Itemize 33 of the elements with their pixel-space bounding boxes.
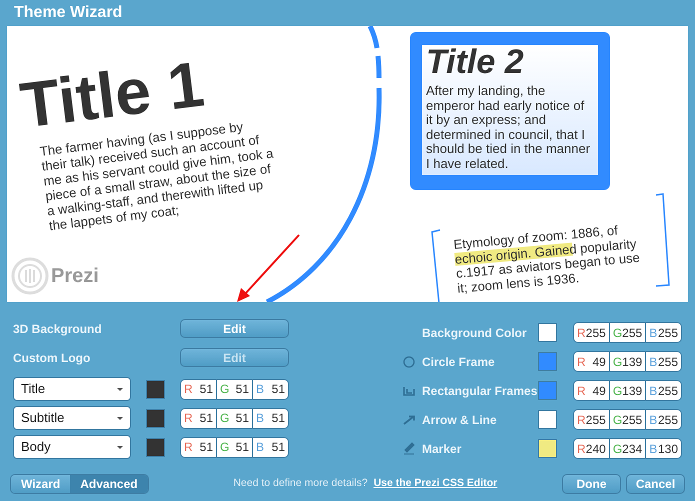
circle-icon: [403, 356, 415, 368]
bracket-icon: [402, 384, 416, 396]
caret-icon: [117, 388, 123, 390]
color-label: Circle Frame: [421, 354, 496, 370]
color-swatch[interactable]: [538, 439, 557, 458]
setting-label: Custom Logo: [13, 350, 92, 366]
color-swatch[interactable]: [538, 352, 557, 371]
font-dropdown[interactable]: Subtitle: [13, 406, 131, 430]
setting-label: 3D Background: [13, 320, 103, 338]
logo-text: Prezi: [51, 264, 99, 289]
marker-icon: [403, 442, 415, 455]
mode-tab[interactable]: Advanced: [70, 475, 148, 493]
color-swatch[interactable]: [538, 323, 557, 342]
color-label: Arrow & Line: [421, 412, 498, 428]
annotation-arrow: [235, 234, 301, 302]
caret-icon: [117, 446, 123, 448]
color-swatch[interactable]: [146, 438, 165, 456]
caret-icon: [117, 416, 123, 420]
font-dropdown[interactable]: Body: [13, 435, 131, 459]
logo-icon: [11, 257, 49, 295]
color-label: Background Color: [421, 324, 528, 342]
color-swatch[interactable]: [146, 380, 165, 398]
color-swatch[interactable]: [538, 410, 557, 429]
font-dropdown[interactable]: Title: [13, 377, 131, 401]
color-label: Rectangular Frames: [421, 382, 538, 400]
arrow-icon: [403, 414, 415, 424]
color-swatch[interactable]: [538, 381, 557, 400]
color-label: Marker: [421, 440, 462, 458]
slide-title: Title 2: [426, 45, 525, 79]
window-title: Theme Wizard: [14, 3, 122, 23]
help-prompt: Need to define more details?: [233, 476, 368, 492]
slide-body-text: After my landing, the emperor had early notice of it by an express; and determined in council, that I should be tied in the manner I have related.: [426, 84, 592, 171]
color-swatch[interactable]: [146, 408, 165, 428]
